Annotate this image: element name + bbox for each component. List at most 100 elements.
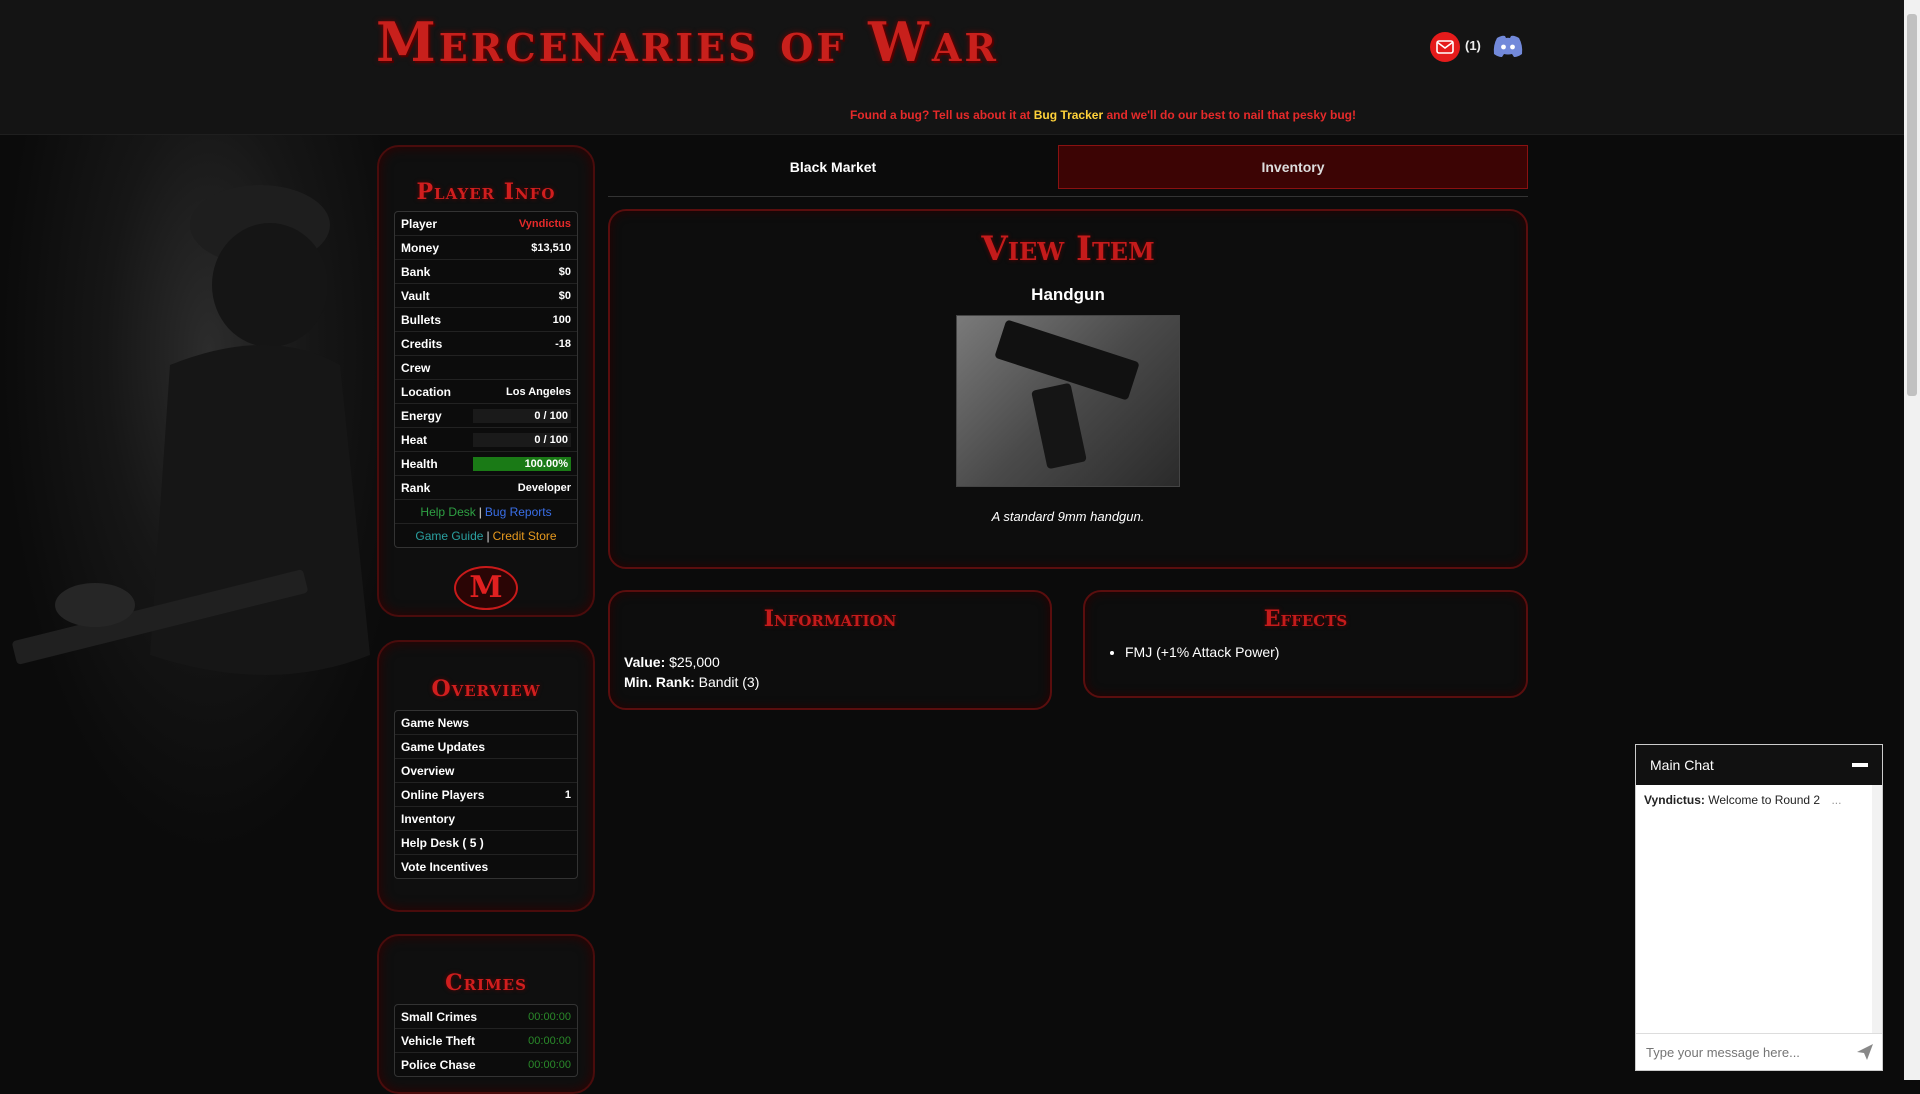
chat-title: Main Chat	[1650, 757, 1714, 773]
location-row[interactable]: Location Los Angeles	[395, 380, 577, 404]
guide-links-row: Game Guide | Credit Store	[395, 524, 577, 547]
stat-value: -18	[555, 337, 571, 350]
stat-label: Rank	[401, 480, 431, 495]
vault-row[interactable]: Vault $0	[395, 284, 577, 308]
bank-row[interactable]: Bank $0	[395, 260, 577, 284]
crime-small-crimes[interactable]: Small Crimes 00:00:00	[395, 1005, 577, 1029]
stat-label: Vault	[401, 288, 430, 303]
chat-message-input[interactable]	[1644, 1043, 1856, 1061]
chat-author[interactable]: Vyndictus:	[1644, 793, 1705, 807]
bug-tracker-link[interactable]: Bug Tracker	[1034, 108, 1103, 122]
crime-timer: 00:00:00	[528, 1058, 571, 1071]
bug-reports-link[interactable]: Bug Reports	[485, 505, 552, 519]
player-info-panel: Player Info Player Vyndictus Money $13,510…	[377, 145, 595, 617]
menu-item-label: Help Desk ( 5 )	[401, 835, 484, 850]
effects-panel: Effects FMJ (+1% Attack Power)	[1083, 590, 1528, 698]
crime-label: Vehicle Theft	[401, 1033, 476, 1048]
soldier-artwork	[0, 135, 380, 855]
bug-banner-post: and we'll do our best to nail that pesky…	[1106, 108, 1357, 122]
menu-item-online-players[interactable]: Online Players 1	[395, 783, 577, 807]
help-desk-link[interactable]: Help Desk	[420, 505, 475, 519]
heat-bar: 0 / 100	[473, 432, 571, 447]
message-options-icon[interactable]: ...	[1831, 793, 1841, 807]
credit-store-link[interactable]: Credit Store	[493, 529, 557, 543]
information-panel: Information Value: $25,000 Min. Rank: Ba…	[608, 590, 1052, 710]
menu-item-label: Game News	[401, 715, 470, 730]
game-guide-link[interactable]: Game Guide	[415, 529, 483, 543]
crime-timer: 00:00:00	[528, 1034, 571, 1047]
stat-value: 100	[552, 313, 571, 326]
effects-title: Effects	[1263, 606, 1348, 632]
view-item-panel: View Item Handgun A standard 9mm handgun…	[608, 209, 1528, 569]
mail-count: (1)	[1465, 38, 1481, 53]
player-name-row: Player Vyndictus	[395, 212, 577, 236]
support-links-row: Help Desk | Bug Reports	[395, 500, 577, 524]
item-value-line: Value: $25,000	[624, 652, 1050, 672]
crime-police-chase[interactable]: Police Chase 00:00:00	[395, 1053, 577, 1076]
header: Mercenaries of War (1) Found a bug? Tell…	[0, 0, 1904, 135]
tabs-divider	[608, 196, 1528, 197]
menu-item-inventory[interactable]: Inventory	[395, 807, 577, 831]
overview-title: Overview	[431, 676, 541, 702]
stat-value: Los Angeles	[506, 385, 571, 398]
crime-timer: 00:00:00	[528, 1010, 571, 1023]
menu-item-vote-incentives[interactable]: Vote Incentives	[395, 855, 577, 878]
heat-row: Heat 0 / 100	[395, 428, 577, 452]
crime-label: Police Chase	[401, 1057, 476, 1072]
tab-inventory[interactable]: Inventory	[1058, 145, 1528, 189]
bug-banner: Found a bug? Tell us about it at Bug Tra…	[0, 108, 1904, 122]
item-min-rank: Bandit (3)	[698, 674, 760, 690]
item-name: Handgun	[1031, 285, 1105, 304]
market-tabs: Black Market Inventory	[608, 145, 1528, 189]
crew-row[interactable]: Crew	[395, 356, 577, 380]
player-name-link[interactable]: Vyndictus	[519, 218, 571, 230]
chat-text: Welcome to Round 2	[1708, 793, 1821, 807]
menu-item-game-news[interactable]: Game News	[395, 711, 577, 735]
menu-item-game-updates[interactable]: Game Updates	[395, 735, 577, 759]
information-title: Information	[763, 606, 897, 632]
stat-label: Energy	[401, 408, 442, 423]
stat-label: Crew	[401, 360, 431, 375]
overview-menu: Game News Game Updates Overview Online P…	[394, 710, 578, 879]
main-chat-widget: Main Chat Vyndictus: Welcome to Round 2 …	[1635, 744, 1883, 1071]
online-count: 1	[564, 788, 571, 801]
rank-row: Rank Developer	[395, 476, 577, 500]
game-logo[interactable]: Mercenaries of War	[376, 10, 999, 74]
gun-grip-shape	[1031, 382, 1087, 470]
stat-label: Location	[401, 384, 451, 399]
menu-item-overview[interactable]: Overview	[395, 759, 577, 783]
crimes-menu: Small Crimes 00:00:00 Vehicle Theft 00:00:…	[394, 1004, 578, 1077]
crime-label: Small Crimes	[401, 1009, 478, 1024]
health-row: Health 100.00%	[395, 452, 577, 476]
chat-header[interactable]: Main Chat	[1636, 745, 1882, 785]
item-description: A standard 9mm handgun.	[991, 509, 1145, 524]
stat-label: Money	[401, 240, 440, 255]
chat-message: Vyndictus: Welcome to Round 2 ...	[1644, 793, 1874, 807]
health-bar: 100.00%	[473, 456, 571, 471]
effect-item: FMJ (+1% Attack Power)	[1125, 644, 1526, 660]
money-row: Money $13,510	[395, 236, 577, 260]
link-separator: |	[478, 504, 482, 519]
send-icon[interactable]	[1856, 1043, 1874, 1061]
tab-black-market[interactable]: Black Market	[608, 145, 1058, 189]
item-value: $25,000	[669, 654, 720, 670]
rank-label: Min. Rank:	[624, 674, 695, 690]
bug-banner-pre: Found a bug? Tell us about it at	[849, 108, 1031, 122]
minimize-icon[interactable]	[1852, 763, 1868, 767]
stat-label: Heat	[401, 432, 428, 447]
handgun-image	[956, 315, 1180, 487]
crime-vehicle-theft[interactable]: Vehicle Theft 00:00:00	[395, 1029, 577, 1053]
discord-icon[interactable]	[1492, 34, 1524, 58]
link-separator: |	[486, 528, 490, 543]
menu-item-label: Overview	[401, 763, 455, 778]
credits-row: Credits -18	[395, 332, 577, 356]
page-scrollbar[interactable]	[1904, 0, 1920, 1080]
menu-item-help-desk[interactable]: Help Desk ( 5 )	[395, 831, 577, 855]
mail-icon[interactable]	[1430, 32, 1460, 62]
view-item-title: View Item	[981, 229, 1155, 269]
chat-scrollbar[interactable]	[1872, 785, 1882, 1033]
stat-label: Bank	[401, 264, 431, 279]
menu-item-label: Inventory	[401, 811, 456, 826]
stat-label: Health	[401, 456, 438, 471]
page-scroll-thumb[interactable]	[1907, 14, 1917, 396]
